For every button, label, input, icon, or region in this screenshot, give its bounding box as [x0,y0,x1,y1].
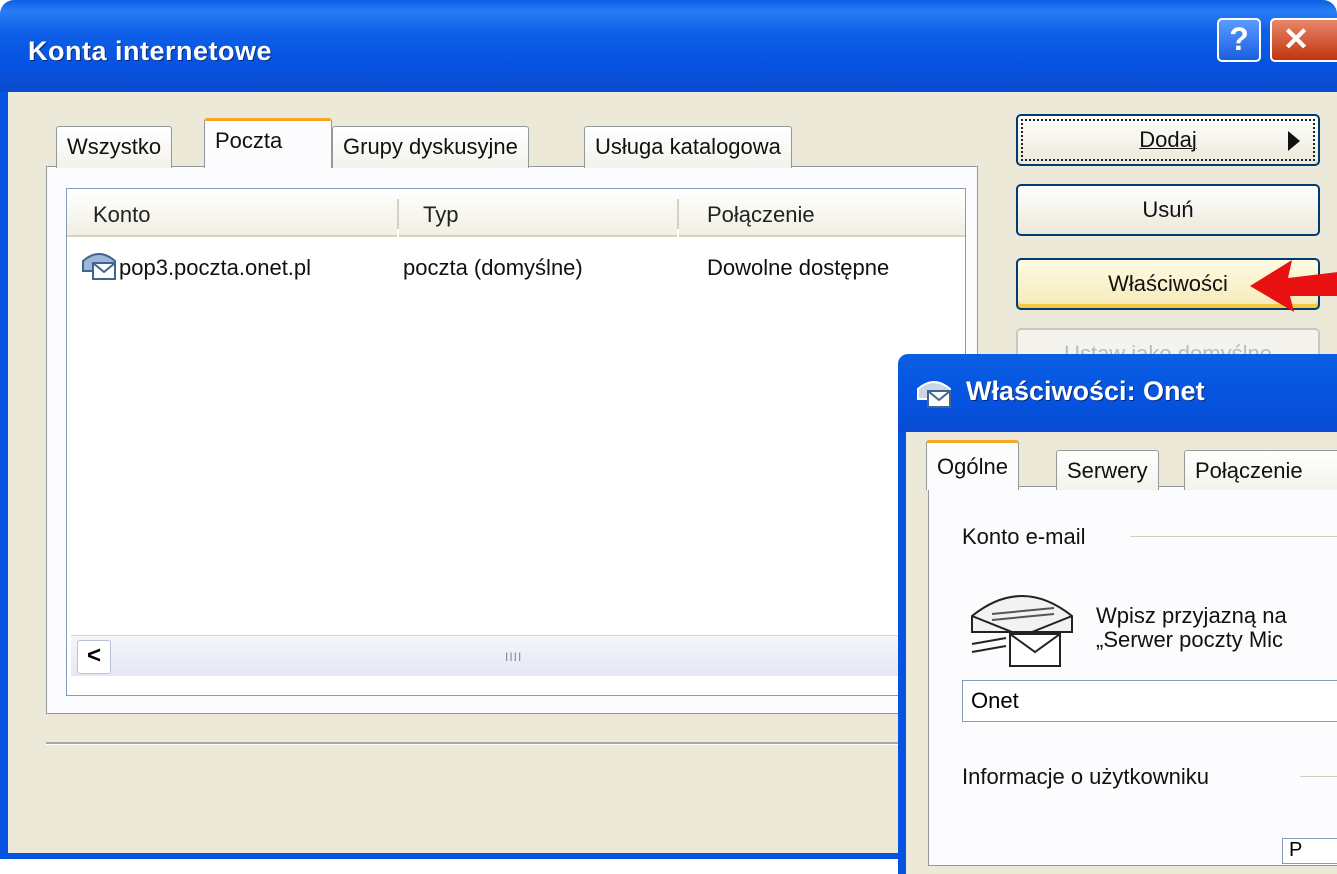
dialog-title-bar[interactable]: Właściwości: Onet [898,354,1337,432]
accounts-list[interactable]: Konto Typ Połączenie pop3.poczta.onet.pl… [66,188,966,696]
group-line [1130,536,1337,537]
divider [46,742,978,745]
mail-account-icon [917,381,951,408]
tab-mail[interactable]: Poczta [204,118,332,168]
account-type-cell: poczta (domyślne) [403,255,583,280]
group-line [1300,776,1337,777]
red-arrow-icon [1250,260,1337,312]
account-name-cell: pop3.poczta.onet.pl [119,255,312,280]
window-title: Konta internetowe [28,36,273,66]
account-connection-cell: Dowolne dostępne [707,255,890,280]
column-header-type[interactable]: Typ [399,189,677,237]
tab-newsgroups[interactable]: Grupy dyskusyjne [332,126,529,168]
title-bar[interactable]: Konta internetowe ? ✕ [0,0,1337,92]
dialog-border-left [898,432,906,874]
dialog-title: Właściwości: Onet [966,376,1205,406]
mail-account-icon [82,253,116,280]
description-line-2: „Serwer poczty Mic [1096,627,1284,652]
tab-directory-service[interactable]: Usługa katalogowa [584,126,792,168]
submenu-arrow-icon [1288,131,1300,151]
add-button[interactable]: Dodaj [1016,114,1320,166]
window-border-left [0,92,8,859]
account-name-input[interactable]: Onet [962,680,1337,722]
add-button-label: Dodaj [1139,127,1197,152]
scroll-left-button[interactable]: < [77,640,111,674]
tab-connection[interactable]: Połączenie [1184,450,1337,490]
horizontal-scrollbar[interactable]: < IIII [71,635,963,676]
group-label-email-account: Konto e-mail [962,524,1096,550]
chevron-left-icon: < [86,642,101,669]
column-header-connection[interactable]: Połączenie [679,189,965,237]
remove-button[interactable]: Usuń [1016,184,1320,236]
mail-server-icon [971,595,1073,667]
column-header-account[interactable]: Konto [67,189,397,237]
account-name-value: Onet [971,688,1019,713]
close-icon: ✕ [1282,21,1310,57]
scroll-thumb-grip[interactable]: IIII [505,650,522,664]
help-button[interactable]: ? [1217,18,1261,62]
close-button[interactable]: ✕ [1270,18,1337,62]
user-name-input[interactable]: P [1282,838,1337,864]
tab-all[interactable]: Wszystko [56,126,173,168]
tab-general[interactable]: Ogólne [926,440,1019,490]
user-name-value: P [1289,839,1303,861]
description-line-1: Wpisz przyjazną na [1096,603,1287,628]
window-border-bottom [0,853,900,859]
group-label-user-info: Informacje o użytkowniku [962,764,1219,790]
tab-servers[interactable]: Serwery [1056,450,1159,490]
question-icon: ? [1229,21,1249,57]
